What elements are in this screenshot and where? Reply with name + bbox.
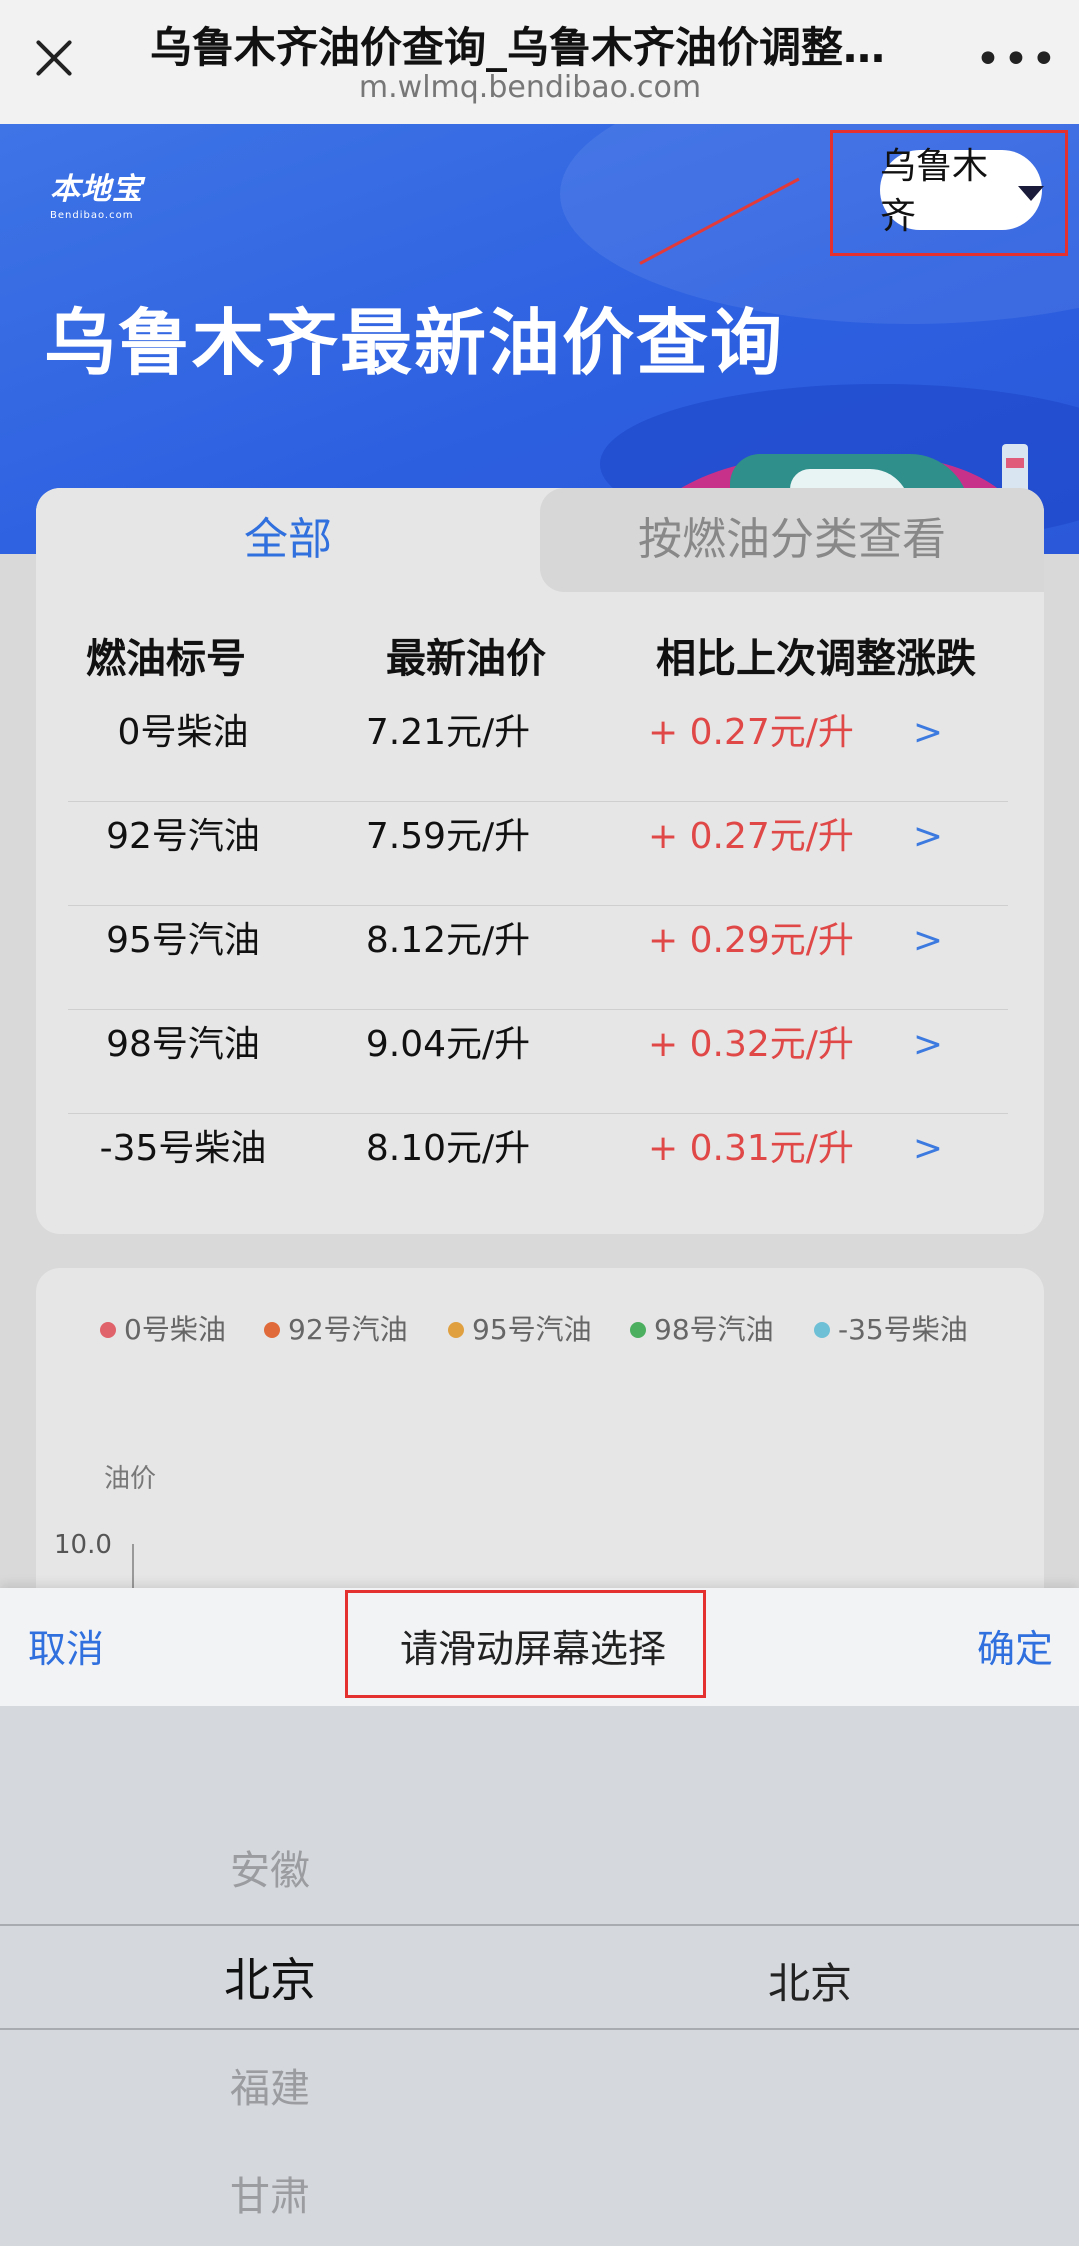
cancel-button[interactable]: 取消 xyxy=(28,1618,104,1673)
chevron-right-icon[interactable]: > xyxy=(898,1124,958,1174)
tab-by-fuel[interactable]: 按燃油分类查看 xyxy=(540,488,1044,592)
legend-item[interactable]: 95号汽油 xyxy=(472,1310,592,1350)
close-icon[interactable] xyxy=(26,30,82,86)
annotation-box xyxy=(345,1590,706,1698)
price-change: + 0.31元/升 xyxy=(648,1128,854,1169)
city-option-selected[interactable]: 北京 xyxy=(660,1950,960,2011)
page-title: 乌鲁木齐油价查询_乌鲁木齐油价调整最新消息 xyxy=(150,23,910,72)
legend-dot xyxy=(814,1322,830,1338)
chart-y-label: 油价 xyxy=(104,1464,157,1494)
table-row[interactable]: 92号汽油 7.59元/升 + 0.27元/升 > xyxy=(68,802,1008,906)
fuel-price: 9.04元/升 xyxy=(365,1024,531,1065)
chevron-right-icon[interactable]: > xyxy=(898,708,958,758)
fuel-price: 8.12元/升 xyxy=(365,920,531,961)
page-url: m.wlmq.bendibao.com xyxy=(358,70,702,105)
column-header: 燃油标号 xyxy=(86,636,246,682)
price-change: + 0.29元/升 xyxy=(648,920,854,961)
legend-dot xyxy=(448,1322,464,1338)
bendibao-logo[interactable]: 本地宝 Bendibao.com xyxy=(50,164,160,224)
table-row[interactable]: 95号汽油 8.12元/升 + 0.29元/升 > xyxy=(68,906,1008,1010)
confirm-button[interactable]: 确定 xyxy=(977,1618,1053,1673)
logo-text: 本地宝 xyxy=(50,172,143,207)
legend-item[interactable]: 98号汽油 xyxy=(654,1310,774,1350)
logo-subtext: Bendibao.com xyxy=(50,210,134,221)
column-header: 最新油价 xyxy=(386,636,546,682)
table-row[interactable]: 98号汽油 9.04元/升 + 0.32元/升 > xyxy=(68,1010,1008,1114)
legend-dot xyxy=(630,1322,646,1338)
legend-item[interactable]: 92号汽油 xyxy=(288,1310,408,1350)
price-table: 0号柴油 7.21元/升 + 0.27元/升 > 92号汽油 7.59元/升 +… xyxy=(68,698,1008,1218)
fuel-price: 7.21元/升 xyxy=(365,712,531,753)
browser-bar: 乌鲁木齐油价查询_乌鲁木齐油价调整最新消息 m.wlmq.bendibao.co… xyxy=(0,0,1079,124)
table-row[interactable]: 0号柴油 7.21元/升 + 0.27元/升 > xyxy=(68,698,1008,802)
tab-bar: 全部 按燃油分类查看 xyxy=(36,488,1044,592)
price-change: + 0.27元/升 xyxy=(648,816,854,857)
province-option[interactable]: 福建 xyxy=(120,2056,420,2114)
chart-y-axis xyxy=(132,1544,134,1588)
column-header: 相比上次调整涨跌 xyxy=(656,636,976,682)
province-option[interactable]: 甘肃 xyxy=(120,2164,420,2222)
table-header: 燃油标号 最新油价 相比上次调整涨跌 xyxy=(36,626,1044,686)
legend-dot xyxy=(100,1322,116,1338)
chart-legend: 0号柴油 92号汽油 95号汽油 98号汽油 -35号柴油 xyxy=(62,1310,1042,1350)
price-change: + 0.32元/升 xyxy=(648,1024,854,1065)
fuel-type: 92号汽油 xyxy=(106,816,260,857)
price-trend-chart: 0号柴油 92号汽油 95号汽油 98号汽油 -35号柴油 油价 10.0 xyxy=(36,1268,1044,1588)
price-change: + 0.27元/升 xyxy=(648,712,854,753)
fuel-price: 7.59元/升 xyxy=(365,816,531,857)
legend-item[interactable]: -35号柴油 xyxy=(838,1310,968,1350)
legend-item[interactable]: 0号柴油 xyxy=(124,1310,226,1350)
fuel-type: 95号汽油 xyxy=(106,920,260,961)
fuel-price: 8.10元/升 xyxy=(365,1128,531,1169)
tab-all[interactable]: 全部 xyxy=(36,488,540,592)
price-card: 全部 按燃油分类查看 燃油标号 最新油价 相比上次调整涨跌 0号柴油 7.21元… xyxy=(36,488,1044,1234)
fuel-type: 0号柴油 xyxy=(117,712,249,753)
table-row[interactable]: -35号柴油 8.10元/升 + 0.31元/升 > xyxy=(68,1114,1008,1218)
fuel-type: 98号汽油 xyxy=(106,1024,260,1065)
annotation-box xyxy=(830,130,1068,256)
more-menu-icon[interactable]: ••• xyxy=(975,38,1057,82)
chevron-right-icon[interactable]: > xyxy=(898,1020,958,1070)
chevron-right-icon[interactable]: > xyxy=(898,916,958,966)
chart-y-tick: 10.0 xyxy=(54,1530,112,1560)
province-option[interactable]: 安徽 xyxy=(120,1838,420,1896)
chevron-right-icon[interactable]: > xyxy=(898,812,958,862)
fuel-type: -35号柴油 xyxy=(99,1128,267,1169)
province-option-selected[interactable]: 北京 xyxy=(120,1944,420,2010)
banner-title: 乌鲁木齐最新油价查询 xyxy=(44,301,785,385)
legend-dot xyxy=(264,1322,280,1338)
